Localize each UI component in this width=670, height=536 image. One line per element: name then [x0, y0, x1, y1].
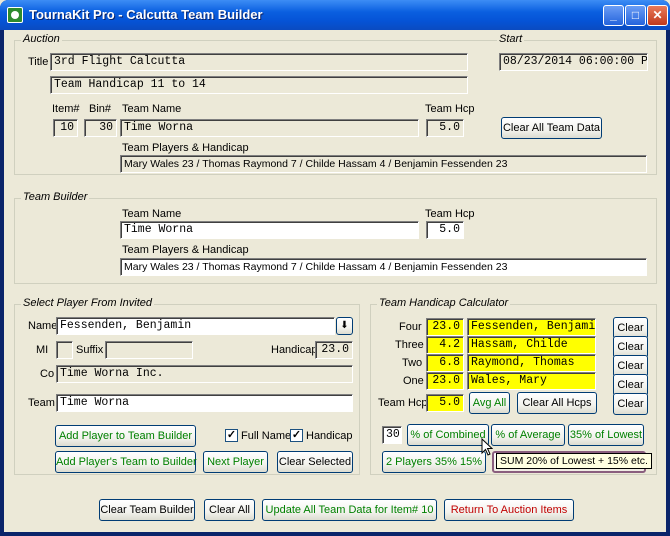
row-three-label: Three	[395, 339, 424, 351]
auction-team-hcp-field[interactable]: 5.0	[426, 119, 464, 137]
row-two-label: Two	[402, 357, 423, 369]
next-player-button[interactable]: Next Player	[203, 451, 268, 473]
player-name-combo[interactable]: Fessenden, Benjamin	[56, 317, 335, 335]
handicap-checkbox[interactable]: ✓	[290, 429, 303, 442]
full-name-checkbox[interactable]: ✓	[225, 429, 238, 442]
calculator-legend: Team Handicap Calculator	[377, 297, 511, 309]
auction-team-name-field[interactable]: Time Worna	[120, 119, 419, 137]
maximize-button[interactable]: □	[625, 5, 646, 26]
mouse-cursor-icon	[481, 438, 493, 456]
title-label: Title	[28, 56, 49, 68]
full-name-label: Full Name	[241, 430, 292, 442]
clear-all-button[interactable]: Clear All	[204, 499, 255, 521]
close-button[interactable]: ✕	[647, 5, 668, 26]
auction-legend: Auction	[21, 33, 62, 45]
clear-all-team-data-button[interactable]: Clear All Team Data	[501, 117, 602, 139]
row-three-name[interactable]: Hassam, Childe	[467, 336, 596, 354]
select-player-legend: Select Player From Invited	[21, 297, 154, 309]
builder-team-players-input[interactable]: Mary Wales 23 / Thomas Raymond 7 / Child…	[120, 258, 647, 276]
row-four-hcp[interactable]: 23.0	[426, 318, 464, 336]
row-one-hcp[interactable]: 23.0	[426, 372, 464, 390]
row-three-hcp[interactable]: 4.2	[426, 336, 464, 354]
bin-label: Bin#	[89, 103, 112, 115]
team-hcp-clear-button[interactable]: Clear	[613, 393, 648, 415]
calc-team-hcp-field[interactable]: 5.0	[426, 394, 464, 412]
clear-selected-button[interactable]: Clear Selected	[277, 451, 353, 473]
team-hcp-label: Team Hcp	[425, 103, 475, 115]
suffix-label: Suffix	[76, 344, 104, 356]
clear-all-hcps-button[interactable]: Clear All Hcps	[517, 392, 597, 414]
builder-team-hcp-input[interactable]: 5.0	[426, 221, 464, 239]
update-all-team-data-button[interactable]: Update All Team Data for Item# 10	[262, 499, 437, 521]
team-label: Team	[28, 397, 55, 409]
row-one-name[interactable]: Wales, Mary	[467, 372, 596, 390]
add-players-team-button[interactable]: Add Player's Team to Builder	[55, 451, 197, 473]
pct-combined-button[interactable]: % of Combined	[407, 424, 489, 446]
item-number-field[interactable]: 10	[53, 119, 78, 137]
mi-label: MI	[36, 344, 49, 356]
auction-title-field[interactable]: 3rd Flight Calcutta	[50, 53, 468, 71]
company-field[interactable]: Time Worna Inc.	[56, 365, 353, 383]
mi-field[interactable]	[56, 341, 73, 359]
minimize-button[interactable]: _	[603, 5, 624, 26]
team-name-label: Team Name	[122, 103, 182, 115]
avg-all-button[interactable]: Avg All	[469, 392, 510, 414]
row-two-name[interactable]: Raymond, Thomas	[467, 354, 596, 372]
team-builder-legend: Team Builder	[21, 191, 90, 203]
builder-team-name-label: Team Name	[122, 208, 182, 220]
start-legend: Start	[497, 33, 525, 45]
percent-input[interactable]: 30	[382, 426, 402, 444]
item-label: Item#	[52, 103, 80, 115]
window-title: TournaKit Pro - Calcutta Team Builder	[29, 7, 263, 22]
pct-average-button[interactable]: % of Average	[491, 424, 565, 446]
builder-team-hcp-label: Team Hcp	[425, 208, 475, 220]
auction-team-players-field[interactable]: Mary Wales 23 / Thomas Raymond 7 / Child…	[120, 155, 647, 173]
name-label: Name	[28, 320, 58, 332]
co-label: Co	[40, 368, 55, 380]
row-two-hcp[interactable]: 6.8	[426, 354, 464, 372]
return-to-auction-items-button[interactable]: Return To Auction Items	[444, 499, 574, 521]
row-one-label: One	[403, 375, 424, 387]
start-datetime-field[interactable]: 08/23/2014 06:00:00 PM	[499, 53, 648, 71]
player-team-input[interactable]: Time Worna	[56, 394, 353, 412]
add-player-to-builder-button[interactable]: Add Player to Team Builder	[55, 425, 196, 447]
app-window: TournaKit Pro - Calcutta Team Builder _ …	[0, 0, 670, 536]
player-handicap-field[interactable]: 23.0	[315, 341, 353, 359]
bin-number-field[interactable]: 30	[84, 119, 117, 137]
team-players-label: Team Players & Handicap	[122, 142, 249, 154]
dropdown-arrow-icon[interactable]: ⬇	[336, 317, 353, 335]
auction-subtitle-field[interactable]: Team Handicap 11 to 14	[50, 76, 468, 94]
suffix-field[interactable]	[105, 341, 193, 359]
handicap-checkbox-label: Handicap	[306, 430, 353, 442]
handicap-label: Handicap	[271, 344, 318, 356]
row-four-name[interactable]: Fessenden, Benjamin	[467, 318, 596, 336]
row-four-label: Four	[399, 321, 422, 333]
title-bar[interactable]: TournaKit Pro - Calcutta Team Builder _ …	[0, 0, 670, 30]
builder-team-name-input[interactable]: Time Worna	[120, 221, 419, 239]
clear-team-builder-button[interactable]: Clear Team Builder	[99, 499, 195, 521]
two-players-button[interactable]: 2 Players 35% 15%	[382, 451, 486, 473]
calc-team-hcp-label: Team Hcp	[378, 397, 428, 409]
tooltip: SUM 20% of Lowest + 15% etc.	[496, 453, 652, 469]
app-icon	[7, 7, 23, 23]
builder-players-label: Team Players & Handicap	[122, 244, 249, 256]
pct-lowest-button[interactable]: 35% of Lowest	[568, 424, 644, 446]
